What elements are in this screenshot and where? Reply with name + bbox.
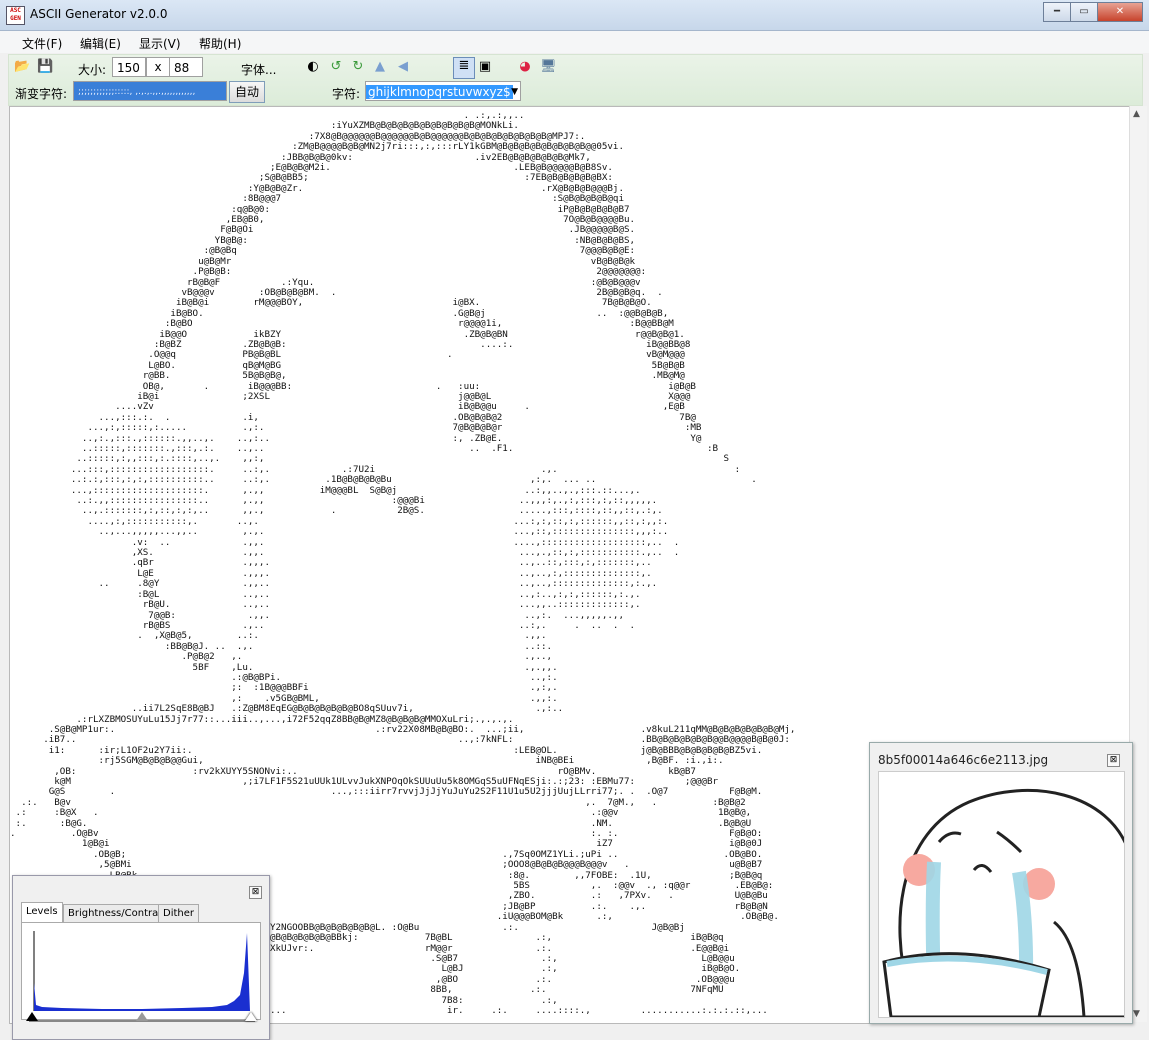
open-folder-icon[interactable]: 📂 <box>14 59 30 75</box>
scroll-down-icon[interactable]: ▼ <box>1133 1009 1140 1019</box>
flip-horizontal-icon[interactable]: ◀ <box>395 59 411 75</box>
preview-image <box>878 771 1125 1018</box>
scroll-up-icon[interactable]: ▲ <box>1133 109 1140 119</box>
font-button[interactable]: 字体... <box>241 61 276 78</box>
toolbar: 📂 💾 大小: 150 x 88 字体... ◐ ↺ ↻ ▲ ◀ ≣ ▣ ◕ 🖥… <box>8 54 1143 106</box>
menu-help[interactable]: 帮助(H) <box>199 35 241 52</box>
maximize-button[interactable]: ▭ <box>1070 2 1098 22</box>
invert-icon[interactable]: ◐ <box>305 59 321 75</box>
ramp-label: 渐变字符: <box>15 87 68 101</box>
window-controls: ━ ▭ ✕ <box>1043 2 1143 22</box>
rotate-right-icon[interactable]: ↻ <box>350 59 366 75</box>
window-title: ASCII Generator v2.0.0 <box>30 7 168 21</box>
crying-face-illustration <box>882 789 1124 1017</box>
menu-edit[interactable]: 编辑(E) <box>80 35 121 52</box>
auto-button[interactable]: 自动 <box>229 81 265 103</box>
minimize-button[interactable]: ━ <box>1043 2 1071 22</box>
histogram <box>21 922 261 1020</box>
app-icon: ASC GEN <box>6 6 25 25</box>
tab-dither[interactable]: Dither <box>158 904 200 922</box>
size-label: 大小: <box>78 63 107 77</box>
tab-levels[interactable]: Levels <box>21 902 63 922</box>
close-icon[interactable]: ⊠ <box>1107 754 1120 767</box>
close-icon[interactable]: ⊠ <box>249 886 262 899</box>
menu-view[interactable]: 显示(V) <box>139 35 181 52</box>
chars-value: ghijklmnopqrstuvwxyz$ <box>366 85 513 99</box>
chars-combobox[interactable]: ghijklmnopqrstuvwxyz$ ▼ <box>365 81 521 101</box>
image-view-icon[interactable]: ▣ <box>477 59 493 75</box>
rotate-left-icon[interactable]: ↺ <box>328 59 344 75</box>
levels-window[interactable]: ⊠ Levels Brightness/Contrast Dither <box>12 875 270 1040</box>
black-point-handle[interactable] <box>26 1012 38 1021</box>
height-input[interactable]: 88 <box>169 57 203 77</box>
color-palette-icon[interactable]: ◕ <box>517 59 533 75</box>
menu-file[interactable]: 文件(F) <box>22 35 62 52</box>
preview-title: 8b5f00014a646c6e2113.jpg <box>878 753 1049 767</box>
preview-window[interactable]: 8b5f00014a646c6e2113.jpg ⊠ <box>869 742 1133 1024</box>
title-bar: ASC GEN ASCII Generator v2.0.0 ━ ▭ ✕ <box>0 0 1149 31</box>
text-view-icon[interactable]: ≣ <box>453 57 475 79</box>
flip-vertical-icon[interactable]: ▲ <box>372 59 388 75</box>
size-x-label: x <box>146 57 170 77</box>
close-button[interactable]: ✕ <box>1097 2 1143 22</box>
width-input[interactable]: 150 <box>112 57 146 77</box>
monitor-icon[interactable]: 🖥 <box>540 59 557 75</box>
histogram-chart <box>33 931 250 1011</box>
tab-brightness-contrast[interactable]: Brightness/Contrast <box>63 904 173 922</box>
save-icon[interactable]: 💾 <box>37 59 53 75</box>
menu-bar: 文件(F) 编辑(E) 显示(V) 帮助(H) <box>0 31 1149 53</box>
chevron-down-icon[interactable]: ▼ <box>511 82 518 100</box>
chars-label: 字符: <box>332 87 361 101</box>
white-point-handle[interactable] <box>245 1012 257 1021</box>
gray-point-handle[interactable] <box>136 1012 148 1021</box>
ramp-combobox[interactable]: ;;;;;;;;;;;;:::::, ,.,.,.,,.,,,,,,,,,,,, <box>73 81 227 101</box>
